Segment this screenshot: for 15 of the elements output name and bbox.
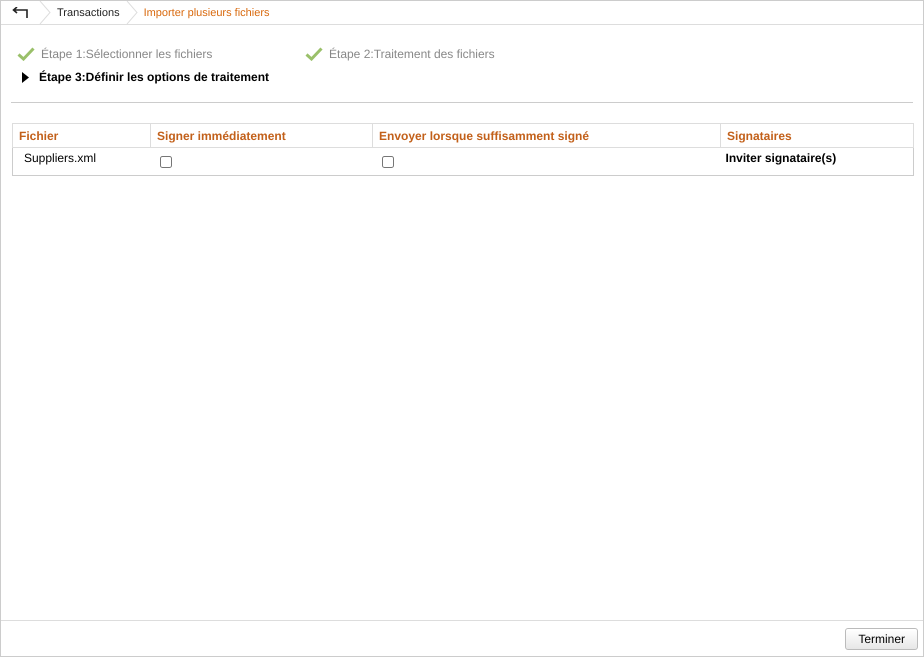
step-label: Étape 1:Sélectionner les fichiers	[41, 47, 212, 61]
table-cell: Inviter signataire(s)	[720, 148, 914, 176]
breadcrumb-link[interactable]: Importer plusieurs fichiers	[138, 6, 276, 18]
table-cell: Suppliers.xml	[12, 148, 150, 176]
breadcrumb-link[interactable]: Transactions	[51, 6, 126, 18]
step-label: Étape 2:Traitement des fichiers	[329, 47, 495, 61]
column-header: Signataires	[720, 124, 914, 148]
checkbox[interactable]	[382, 156, 394, 168]
column-header: Envoyer lorsque suffisamment signé	[372, 124, 720, 148]
column-header: Fichier	[12, 124, 150, 148]
step-label: Étape 3:Définir les options de traitement	[39, 70, 270, 84]
back-arrow-icon	[11, 6, 29, 18]
finish-button[interactable]: Terminer	[845, 628, 918, 650]
column-header: Signer immédiatement	[150, 124, 372, 148]
checkbox[interactable]	[160, 156, 172, 168]
